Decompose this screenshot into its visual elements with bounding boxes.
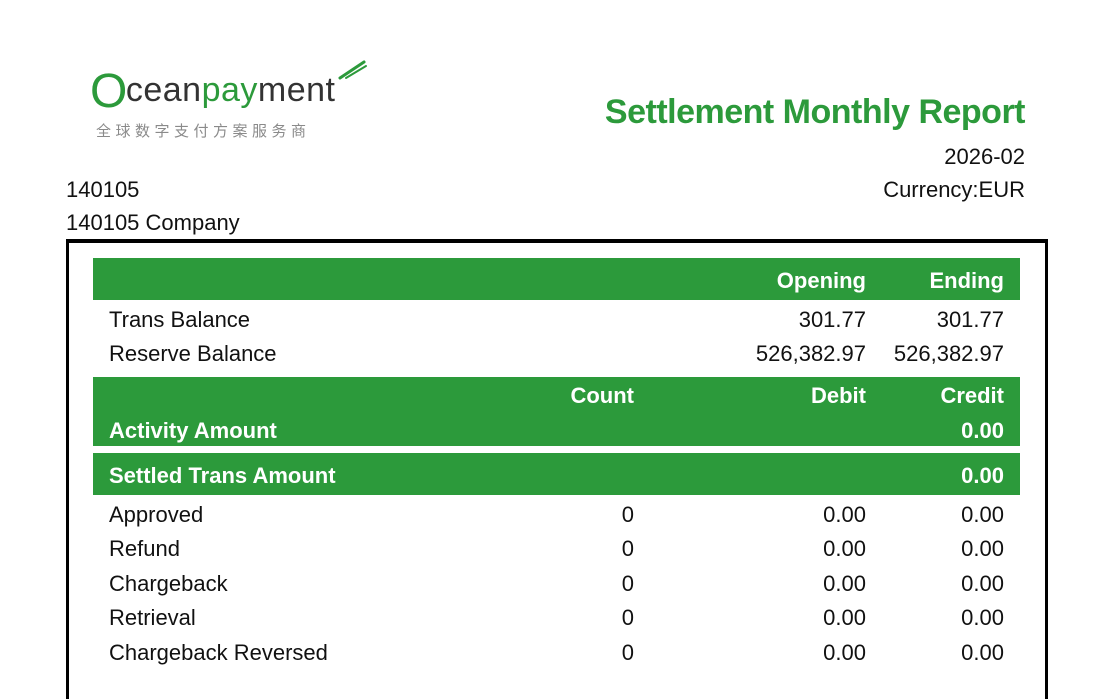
settled-row-count: 0 bbox=[621, 640, 634, 665]
settled-row-credit: 0.00 bbox=[961, 502, 1004, 527]
report-currency: Currency:EUR bbox=[883, 177, 1025, 202]
settled-row: Approved 0 0.00 0.00 bbox=[93, 502, 1020, 536]
logo-tagline: 全球数字支付方案服务商 bbox=[96, 123, 311, 140]
settled-row-debit: 0.00 bbox=[823, 571, 866, 596]
activity-header-bar: Count Debit Credit Activity Amount 0.00 bbox=[93, 377, 1020, 446]
settled-row-debit: 0.00 bbox=[823, 640, 866, 665]
settled-row-count: 0 bbox=[621, 605, 634, 630]
settled-row-count: 0 bbox=[621, 536, 634, 561]
balance-row-opening: 526,382.97 bbox=[755, 341, 866, 366]
balance-row: Trans Balance 301.77 301.77 bbox=[93, 307, 1020, 341]
settled-row-count: 0 bbox=[621, 502, 634, 527]
balance-header-bar: Opening Ending bbox=[93, 258, 1020, 300]
settled-row-debit: 0.00 bbox=[823, 502, 866, 527]
settled-row-label: Approved bbox=[109, 502, 204, 527]
count-header: Count bbox=[570, 383, 634, 408]
balance-row-ending: 526,382.97 bbox=[893, 341, 1004, 366]
debit-header: Debit bbox=[811, 383, 866, 408]
merchant-id: 140105 bbox=[66, 177, 140, 202]
report-period: 2026-02 bbox=[944, 144, 1025, 169]
settled-row: Retrieval 0 0.00 0.00 bbox=[93, 605, 1020, 639]
logo-wordmark: Oceanpayment bbox=[90, 65, 336, 118]
settled-header-bar: Settled Trans Amount 0.00 bbox=[93, 453, 1020, 495]
settled-row-debit: 0.00 bbox=[823, 605, 866, 630]
settled-row: Chargeback 0 0.00 0.00 bbox=[93, 571, 1020, 605]
settled-row-label: Retrieval bbox=[109, 605, 196, 630]
settled-row-credit: 0.00 bbox=[961, 605, 1004, 630]
settled-row-label: Chargeback bbox=[109, 571, 228, 596]
ending-header: Ending bbox=[929, 268, 1004, 293]
settled-row-count: 0 bbox=[621, 571, 634, 596]
settled-row-credit: 0.00 bbox=[961, 571, 1004, 596]
balance-row-label: Reserve Balance bbox=[109, 341, 277, 366]
balance-row-ending: 301.77 bbox=[936, 307, 1004, 332]
logo-swoosh-icon bbox=[338, 60, 367, 80]
settled-row: Chargeback Reversed 0 0.00 0.00 bbox=[93, 640, 1020, 674]
settled-row-label: Chargeback Reversed bbox=[109, 640, 328, 665]
activity-amount-label: Activity Amount bbox=[109, 418, 277, 443]
merchant-name: 140105 Company bbox=[66, 210, 240, 235]
settled-row-credit: 0.00 bbox=[961, 536, 1004, 561]
settled-amount-label: Settled Trans Amount bbox=[109, 463, 336, 488]
opening-header: Opening bbox=[776, 268, 866, 293]
oceanpayment-logo: Oceanpayment 全球数字支付方案服务商 bbox=[90, 58, 380, 144]
balance-row-label: Trans Balance bbox=[109, 307, 251, 332]
settled-row-credit: 0.00 bbox=[961, 640, 1004, 665]
settled-row: Refund 0 0.00 0.00 bbox=[93, 536, 1020, 570]
settled-row-debit: 0.00 bbox=[823, 536, 866, 561]
balance-row-opening: 301.77 bbox=[798, 307, 866, 332]
settled-amount-credit: 0.00 bbox=[961, 463, 1004, 488]
balance-row: Reserve Balance 526,382.97 526,382.97 bbox=[93, 341, 1020, 375]
report-title: Settlement Monthly Report bbox=[604, 93, 1026, 131]
credit-header: Credit bbox=[940, 383, 1004, 408]
activity-amount-credit: 0.00 bbox=[961, 418, 1004, 443]
settled-row-label: Refund bbox=[109, 536, 180, 561]
